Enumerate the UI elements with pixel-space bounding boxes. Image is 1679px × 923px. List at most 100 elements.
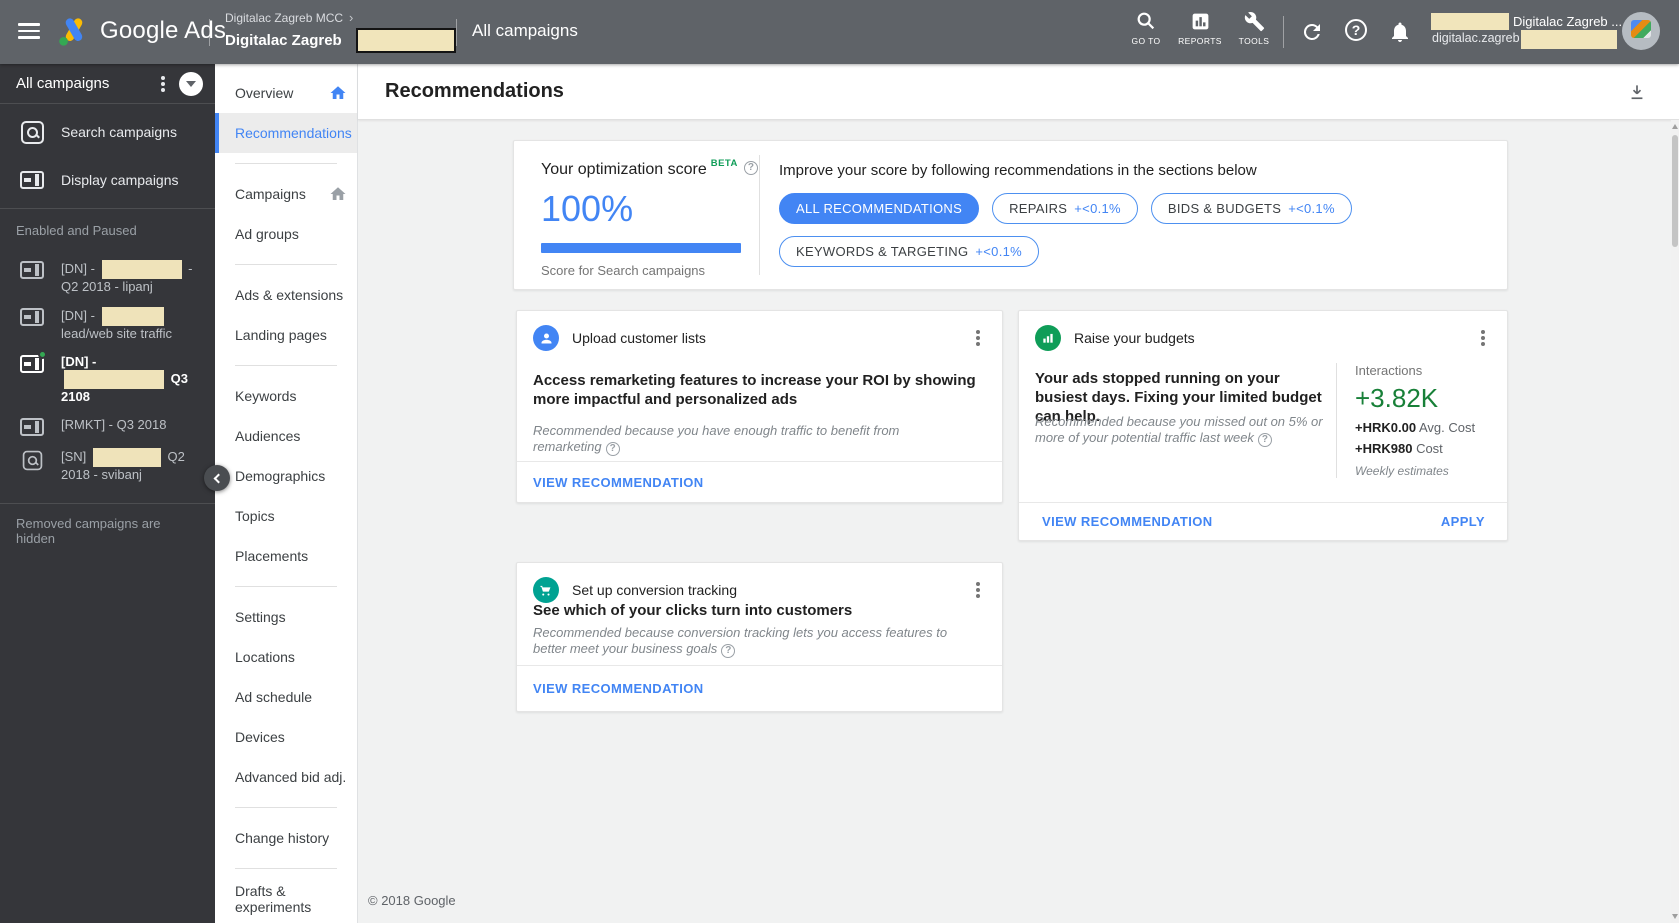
view-recommendation-link[interactable]: VIEW RECOMMENDATION: [533, 681, 704, 696]
help-icon[interactable]: ?: [721, 644, 736, 658]
more-options-icon[interactable]: [976, 336, 980, 340]
campaign-list-item[interactable]: [DN] - lead/web site traffic: [0, 301, 215, 348]
nav-item-overview[interactable]: Overview: [215, 73, 357, 113]
nav-item-campaigns[interactable]: Campaigns: [215, 174, 357, 214]
score-value: 100%: [541, 188, 634, 229]
bar-chart-icon: [1035, 325, 1061, 351]
stats-row: +HRK980 Cost: [1355, 441, 1443, 456]
campaign-name: [DN] - Q3 2108: [61, 354, 188, 404]
campaign-list: [DN] - - Q2 2018 - lipanj [DN] - lead/web…: [0, 240, 215, 489]
hamburger-menu-icon[interactable]: [18, 23, 40, 39]
redacted-account-name: [1431, 13, 1509, 30]
campaign-sidebar-title: All campaigns: [16, 75, 110, 92]
help-icon[interactable]: ?: [743, 161, 758, 175]
campaign-section-label: Enabled and Paused: [16, 223, 137, 238]
search-campaign-icon: [20, 120, 44, 144]
collapse-dropdown-button[interactable]: [179, 71, 203, 96]
nav-item-ad-schedule[interactable]: Ad schedule: [215, 677, 357, 717]
nav-item-landing-pages[interactable]: Landing pages: [215, 315, 357, 355]
stats-note: Weekly estimates: [1355, 464, 1449, 478]
help-icon[interactable]: ?: [1257, 433, 1272, 447]
nav-item-label: Landing pages: [235, 327, 327, 343]
nav-item-label: Audiences: [235, 428, 301, 444]
stats-value: +3.82K: [1355, 383, 1439, 413]
redacted-account-email: [1521, 30, 1617, 49]
nav-item-label: Placements: [235, 548, 309, 564]
nav-item-placements[interactable]: Placements: [215, 536, 357, 576]
google-ads-logo-icon: [59, 18, 83, 46]
copyright-text: © 2018 Google: [368, 893, 456, 908]
scrollbar-thumb[interactable]: [1672, 135, 1678, 247]
nav-item-change-history[interactable]: Change history: [215, 818, 357, 858]
nav-item-label: Overview: [235, 85, 294, 101]
topbar-tools-button[interactable]: TOOLS: [1230, 9, 1278, 46]
nav-item-locations[interactable]: Locations: [215, 637, 357, 677]
topbar-tool-label: GO TO: [1131, 36, 1161, 46]
notifications-bell-icon[interactable]: [1388, 20, 1412, 44]
nav-item-demographics[interactable]: Demographics: [215, 456, 357, 496]
view-recommendation-link[interactable]: VIEW RECOMMENDATION: [1042, 514, 1213, 529]
campaign-list-item[interactable]: [DN] - Q3 2108: [0, 348, 215, 411]
filter-label: Search campaigns: [61, 124, 177, 140]
beta-badge: BETA: [710, 158, 738, 169]
chip-repairs[interactable]: REPAIRS +<0.1%: [992, 193, 1138, 224]
help-icon[interactable]: ?: [605, 442, 620, 456]
nav-item-recommendations[interactable]: Recommendations: [215, 113, 357, 153]
campaign-list-item[interactable]: [SN] Q2 2018 - svibanj: [0, 442, 215, 489]
improve-heading: Improve your score by following recommen…: [779, 162, 1257, 179]
breadcrumb-parent[interactable]: Digitalac Zagreb MCC: [225, 11, 343, 25]
enabled-status-dot: [38, 350, 47, 359]
topbar-tool-label: TOOLS: [1238, 36, 1270, 46]
card-reason: Recommended because you have enough traf…: [533, 423, 900, 456]
nav-item-ads-extensions[interactable]: Ads & extensions: [215, 275, 357, 315]
nav-item-label: Devices: [235, 729, 285, 745]
campaign-list-item[interactable]: [RMKT] - Q3 2018: [0, 411, 215, 442]
topbar-tool-label: REPORTS: [1178, 36, 1222, 46]
download-icon[interactable]: [1627, 81, 1647, 103]
divider: [235, 868, 337, 869]
refresh-icon[interactable]: [1300, 20, 1324, 44]
vertical-scrollbar[interactable]: [1671, 120, 1679, 923]
stats-label: Interactions: [1355, 363, 1423, 378]
nav-item-settings[interactable]: Settings: [215, 597, 357, 637]
more-options-icon[interactable]: [976, 588, 980, 592]
nav-item-topics[interactable]: Topics: [215, 496, 357, 536]
account-breadcrumb[interactable]: Digitalac Zagreb MCC › Digitalac Zagreb: [225, 10, 456, 53]
campaign-name: [RMKT] - Q3 2018: [61, 417, 167, 432]
topbar-goto-button[interactable]: GO TO: [1122, 9, 1170, 46]
account-display-name: Digitalac Zagreb ...: [1513, 14, 1623, 29]
chip-all-recommendations[interactable]: ALL RECOMMENDATIONS: [779, 193, 980, 224]
budget-stats: Interactions +3.82K +HRK0.00 Avg. Cost +H…: [1336, 363, 1496, 478]
more-options-icon[interactable]: [1481, 336, 1485, 340]
nav-item-advanced-bid-adj[interactable]: Advanced bid adj.: [215, 757, 357, 797]
user-avatar[interactable]: [1622, 12, 1660, 50]
more-options-icon[interactable]: [161, 81, 165, 86]
collapse-sidebar-button[interactable]: [204, 465, 230, 491]
filter-search-campaigns[interactable]: Search campaigns: [0, 108, 215, 156]
filter-display-campaigns[interactable]: Display campaigns: [0, 156, 215, 204]
stats-row: +HRK0.00 Avg. Cost: [1355, 420, 1476, 435]
divider: [0, 208, 215, 209]
nav-item-ad-groups[interactable]: Ad groups: [215, 214, 357, 254]
scroll-down-icon[interactable]: [1672, 914, 1678, 919]
chip-keywords-targeting[interactable]: KEYWORDS & TARGETING +<0.1%: [779, 236, 1039, 267]
page-title: Recommendations: [385, 80, 564, 102]
chip-bids-budgets[interactable]: BIDS & BUDGETS +<0.1%: [1150, 193, 1352, 224]
help-icon[interactable]: ?: [1345, 19, 1367, 41]
view-recommendation-link[interactable]: VIEW RECOMMENDATION: [533, 475, 704, 490]
scroll-up-icon[interactable]: [1672, 124, 1678, 129]
main-content: Recommendations Your optimization score …: [358, 64, 1679, 923]
apply-link[interactable]: APPLY: [1441, 514, 1485, 529]
person-icon: [533, 325, 559, 351]
score-progress-bar: [541, 243, 741, 253]
campaign-list-item[interactable]: [DN] - - Q2 2018 - lipanj: [0, 254, 215, 301]
nav-item-label: Keywords: [235, 388, 297, 404]
nav-item-drafts-experiments[interactable]: Drafts & experiments: [215, 879, 357, 919]
topbar-reports-button[interactable]: REPORTS: [1176, 9, 1224, 46]
nav-item-devices[interactable]: Devices: [215, 717, 357, 757]
nav-item-keywords[interactable]: Keywords: [215, 376, 357, 416]
divider: [235, 264, 337, 265]
nav-item-audiences[interactable]: Audiences: [215, 416, 357, 456]
breadcrumb-current[interactable]: Digitalac Zagreb: [225, 32, 342, 49]
divider: [209, 19, 210, 46]
